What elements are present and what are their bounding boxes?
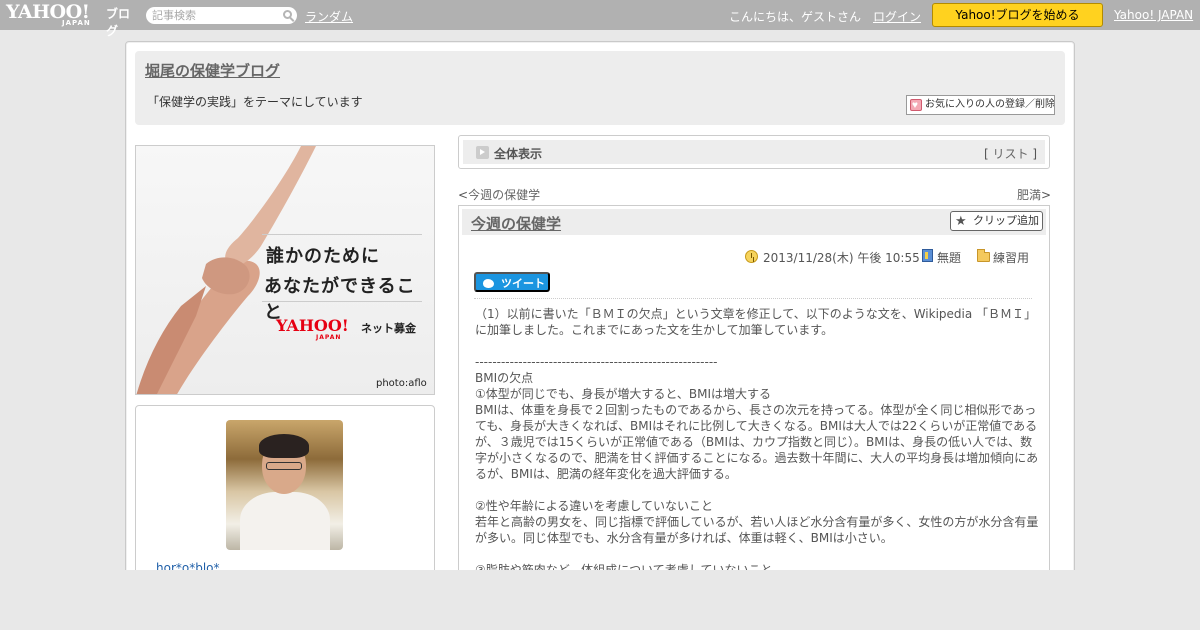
banner-divider-top xyxy=(262,234,422,235)
article-folder-link[interactable]: 練習用 xyxy=(993,249,1029,266)
login-link[interactable]: ログイン xyxy=(873,8,921,25)
article-paragraph-1: （1）以前に書いた「ＢＭＩの欠点」という文章を修正して、以下のような文を、Wik… xyxy=(475,306,1039,338)
article-line-1: ①体型が同じでも、身長が増大すると、BMIは増大する xyxy=(475,387,772,401)
heart-icon xyxy=(910,97,922,114)
folder-icon xyxy=(977,249,990,262)
tweet-label: ツイート xyxy=(501,278,545,290)
wikipedia-bmi-link[interactable]: ＢＭＩ xyxy=(988,307,1024,321)
favorite-register-button[interactable]: お気に入りの人の登録／削除 xyxy=(906,95,1055,115)
view-mode-bar-inner: 全体表示 [ リスト ] xyxy=(463,140,1045,164)
yahoo-blog-logo[interactable]: YAHOO! JAPAN ブログ xyxy=(6,2,140,38)
tweet-button[interactable]: ツイート xyxy=(474,272,550,292)
star-icon: ★ xyxy=(955,213,967,228)
avatar-body xyxy=(240,492,330,550)
article-line-2: BMIは、体重を身長で２回割ったものであるから、長さの次元を持ってる。体型が全く… xyxy=(475,403,1039,481)
list-view-toggle: [ リスト ] xyxy=(984,145,1037,162)
list-bracket-close: ] xyxy=(1028,147,1037,161)
hands-illustration xyxy=(136,146,316,394)
previous-article-nav: <今週の保健学 xyxy=(458,186,540,203)
search-input[interactable] xyxy=(152,8,277,23)
yahoo-japan-link[interactable]: Yahoo! JAPAN xyxy=(1114,8,1193,22)
prev-arrow: < xyxy=(458,188,469,202)
avatar-hair xyxy=(259,434,309,458)
next-article-link[interactable]: 肥満 xyxy=(1017,188,1041,202)
search-icon[interactable] xyxy=(283,10,292,19)
list-view-link[interactable]: リスト xyxy=(992,147,1028,161)
article-date-link[interactable]: 2013/11/28(木) 午後 10:55 xyxy=(763,249,920,266)
view-mode-bar: 全体表示 [ リスト ] xyxy=(458,135,1050,169)
article-rule: ----------------------------------------… xyxy=(475,355,718,369)
logo-japan-text: JAPAN xyxy=(62,19,91,27)
next-article-nav: 肥満> xyxy=(1017,186,1051,203)
banner-service-name: ネット募金 xyxy=(361,322,416,335)
blog-header: 堀尾の保健学ブログ 「保健学の実践」をテーマにしています お気に入りの人の登録／… xyxy=(135,51,1065,125)
clip-add-label: クリップ追加 xyxy=(973,215,1039,227)
banner-divider-bottom xyxy=(262,301,422,302)
article-header: 今週の保健学 ★ クリップ追加 xyxy=(462,209,1046,235)
article-title[interactable]: 今週の保健学 xyxy=(471,213,561,234)
view-all-label: 全体表示 xyxy=(494,147,543,161)
article: 今週の保健学 ★ クリップ追加 2013/11/28(木) 午後 10:55 無… xyxy=(458,205,1050,605)
blog-title[interactable]: 堀尾の保健学ブログ xyxy=(145,60,280,81)
banner-yahoo-logo: YAHOO! xyxy=(276,316,349,335)
clip-add-button[interactable]: ★ クリップ追加 xyxy=(950,211,1043,231)
article-line-3: ②性や年齢による違いを考慮していないこと xyxy=(475,499,714,513)
article-line-4: 若年と高齢の男女を、同じ指標で評価しているが、若い人ほど水分含有量が多く、女性の… xyxy=(475,515,1039,545)
arrow-right-icon xyxy=(476,146,489,159)
banner-japan-logo: JAPAN xyxy=(316,334,342,341)
page-bottom-strip xyxy=(0,570,1200,630)
avatar-glasses xyxy=(266,462,302,470)
start-blog-button[interactable]: Yahoo!ブログを始める xyxy=(932,3,1103,27)
top-navigation-bar: YAHOO! JAPAN ブログ ランダム こんにちは、ゲストさん ログイン Y… xyxy=(0,0,1200,38)
search-box xyxy=(146,7,297,24)
article-divider xyxy=(474,298,1032,299)
article-category-link[interactable]: 無題 xyxy=(937,249,961,266)
p1-text-b: 」という文章を修正して、以下のような文を、Wikipedia 「 xyxy=(662,307,989,321)
favorite-register-label: お気に入りの人の登録／削除 xyxy=(925,99,1055,110)
previous-article-link[interactable]: 今週の保健学 xyxy=(468,188,540,202)
donation-banner[interactable]: 誰かのために あなたができること YAHOO! JAPAN ネット募金 phot… xyxy=(135,145,435,395)
avatar[interactable] xyxy=(226,420,343,550)
next-arrow: > xyxy=(1041,188,1052,202)
book-icon xyxy=(922,249,933,262)
clock-icon xyxy=(745,250,758,263)
random-link[interactable]: ランダム xyxy=(305,8,353,25)
logo-blog-text: ブログ xyxy=(106,7,131,38)
banner-photo-credit: photo:aflo xyxy=(376,378,427,389)
p1-text-a: （1）以前に書いた「 xyxy=(475,307,591,321)
banner-headline-1: 誰かのために xyxy=(266,246,380,267)
bmi-flaw-link[interactable]: ＢＭＩの欠点 xyxy=(591,307,663,321)
blog-description: 「保健学の実践」をテーマにしています xyxy=(147,95,363,109)
twitter-bird-icon xyxy=(483,279,494,288)
article-heading: BMIの欠点 xyxy=(475,371,534,385)
greeting-text: こんにちは、ゲストさん xyxy=(729,10,862,24)
article-body: （1）以前に書いた「ＢＭＩの欠点」という文章を修正して、以下のような文を、Wik… xyxy=(475,306,1039,578)
